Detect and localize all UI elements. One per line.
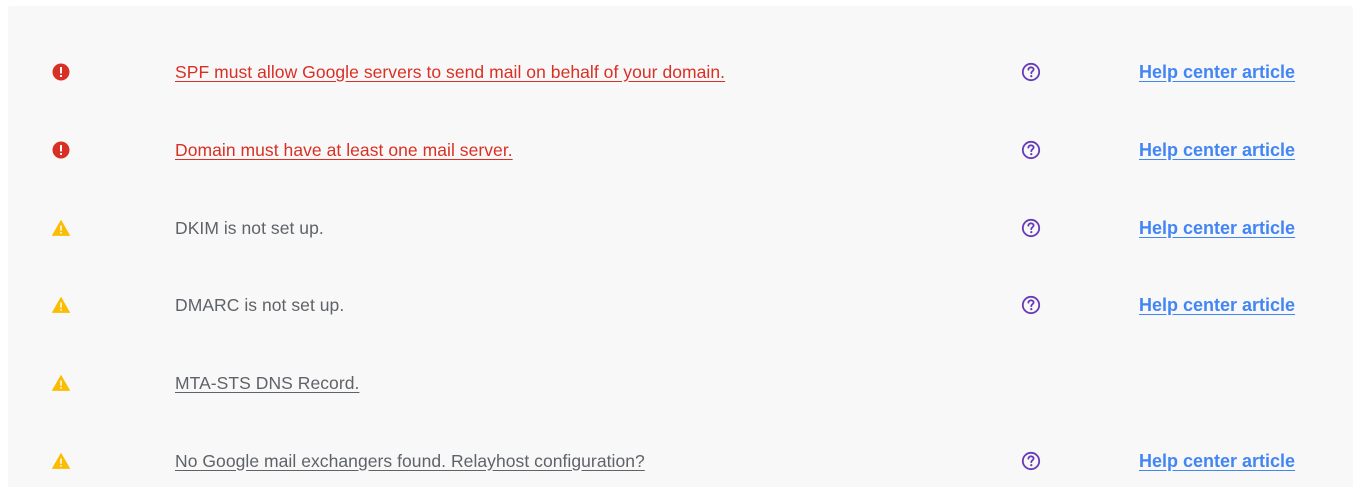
check-message: DKIM is not set up.	[175, 217, 324, 238]
help-circle-icon[interactable]	[1020, 61, 1042, 83]
check-message-link[interactable]: MTA-STS DNS Record.	[175, 373, 359, 394]
check-results-panel: SPF must allow Google servers to send ma…	[8, 6, 1353, 487]
check-message: DMARC is not set up.	[175, 294, 345, 315]
check-row-mail-server: Domain must have at least one mail serve…	[8, 111, 1353, 189]
warning-icon	[52, 219, 70, 237]
check-row-dmarc: DMARC is not set up. Help center article	[8, 266, 1353, 344]
help-circle-icon[interactable]	[1020, 217, 1042, 239]
help-circle-icon[interactable]	[1020, 450, 1042, 472]
check-row-dkim: DKIM is not set up. Help center article	[8, 189, 1353, 267]
help-center-article-link[interactable]: Help center article	[1139, 451, 1295, 472]
help-circle-icon[interactable]	[1020, 294, 1042, 316]
check-row-spf: SPF must allow Google servers to send ma…	[8, 33, 1353, 111]
check-message-link[interactable]: Domain must have at least one mail serve…	[175, 140, 513, 161]
warning-icon	[52, 296, 70, 314]
error-icon	[52, 63, 70, 81]
error-icon	[52, 141, 70, 159]
warning-icon	[52, 452, 70, 470]
help-center-article-link[interactable]: Help center article	[1139, 218, 1295, 239]
help-center-article-link[interactable]: Help center article	[1139, 62, 1295, 83]
check-row-mail-exchangers: No Google mail exchangers found. Relayho…	[8, 422, 1353, 500]
check-row-mta-sts: MTA-STS DNS Record.	[8, 344, 1353, 422]
help-circle-icon[interactable]	[1020, 139, 1042, 161]
check-message-link[interactable]: No Google mail exchangers found. Relayho…	[175, 451, 645, 472]
warning-icon	[52, 374, 70, 392]
check-message-link[interactable]: SPF must allow Google servers to send ma…	[175, 62, 725, 83]
help-center-article-link[interactable]: Help center article	[1139, 295, 1295, 316]
help-center-article-link[interactable]: Help center article	[1139, 140, 1295, 161]
